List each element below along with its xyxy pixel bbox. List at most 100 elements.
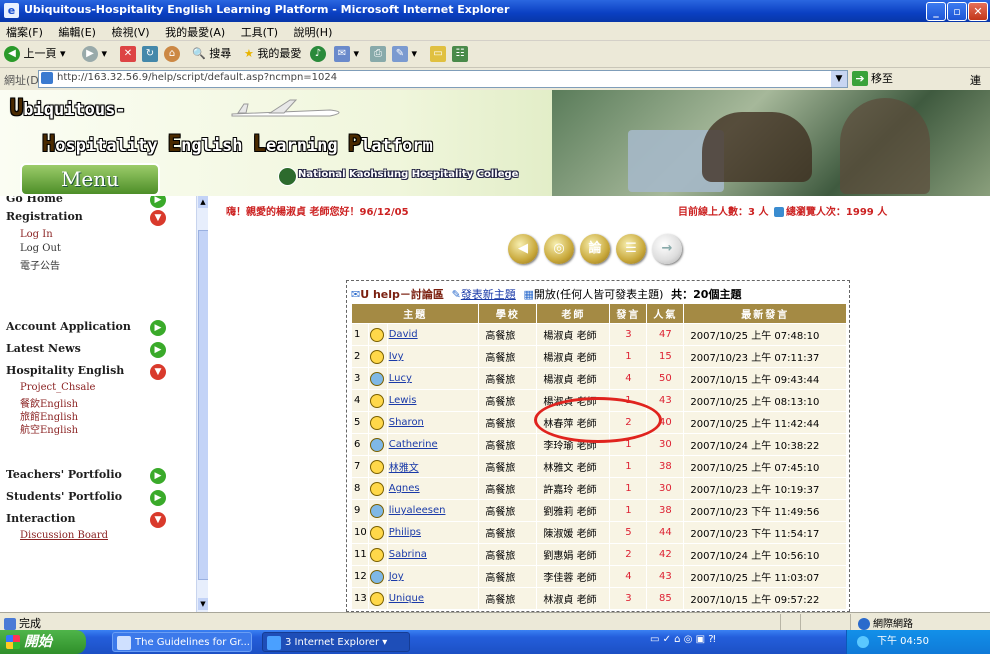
- close-button[interactable]: ✕: [968, 2, 988, 21]
- links-label[interactable]: 連: [970, 72, 981, 88]
- topic-link[interactable]: Unique: [389, 593, 424, 604]
- topic-link[interactable]: Joy: [389, 571, 404, 582]
- menu-tools[interactable]: 工具(T): [235, 22, 284, 40]
- sidebar-link-airline-english[interactable]: 航空English: [20, 421, 78, 436]
- col-views[interactable]: 人氣: [647, 304, 684, 323]
- registration-expand-icon[interactable]: ▼: [150, 210, 166, 226]
- smiley-icon: [369, 591, 384, 606]
- visit-count: 總瀏覽人次：1999 人: [785, 207, 888, 218]
- go-button[interactable]: ➔ 移至: [852, 70, 914, 87]
- topic-link[interactable]: Sabrina: [389, 549, 427, 560]
- students-arrow-icon[interactable]: ▶: [150, 490, 166, 506]
- topic-link[interactable]: Lucy: [389, 373, 412, 384]
- task-word-document[interactable]: The Guidelines for Gr...: [112, 632, 252, 652]
- main-scrollbar[interactable]: [980, 196, 990, 612]
- task-internet-explorer[interactable]: 3 Internet Explorer ▾: [262, 632, 410, 652]
- table-header-row: 主題 學校 老師 發言 人氣 最新發言: [352, 304, 846, 323]
- sidebar-link-login[interactable]: Log In: [20, 229, 53, 240]
- sidebar-link-discussion-board[interactable]: Discussion Board: [20, 530, 108, 541]
- list-round-button[interactable]: ☰: [616, 234, 646, 264]
- col-posts[interactable]: 發言: [610, 304, 647, 323]
- sidebar-item-registration[interactable]: Registration: [6, 210, 83, 223]
- stop-button[interactable]: ✕: [120, 44, 136, 64]
- topic-link[interactable]: liuyaleesen: [389, 505, 446, 516]
- forward-button[interactable]: ▶ ▾: [82, 44, 107, 64]
- sidebar-item-go-home[interactable]: Go Home: [6, 196, 63, 205]
- topic-link[interactable]: Philips: [389, 527, 421, 538]
- new-post-link[interactable]: 發表新主題: [461, 288, 516, 301]
- discussion-board: ✉U help－討論區 ✎發表新主題 ▦開放(任何人皆可發表主題) 共：20個主…: [346, 280, 850, 612]
- home-button[interactable]: ⌂: [164, 44, 180, 64]
- back-button[interactable]: ◀ 上一頁 ▾: [4, 44, 66, 64]
- search-button[interactable]: 🔍 搜尋: [192, 44, 231, 64]
- menu-help[interactable]: 說明(H): [288, 22, 339, 40]
- topic-link[interactable]: Catherine: [389, 439, 438, 450]
- mail-button[interactable]: ✉ ▾: [334, 44, 359, 64]
- sidebar-link-project[interactable]: Project_Chsale: [20, 382, 95, 393]
- stop-icon: ✕: [120, 46, 136, 62]
- menu-view[interactable]: 檢視(V): [105, 22, 155, 40]
- next-round-button[interactable]: →: [652, 234, 682, 264]
- refresh-button[interactable]: ↻: [142, 44, 158, 64]
- sidebar-link-epaper[interactable]: 電子公告: [20, 257, 60, 272]
- sidebar-link-logout[interactable]: Log Out: [20, 243, 61, 254]
- clock[interactable]: 下午 04:50: [877, 630, 929, 654]
- window-title-bar[interactable]: e Ubiquitous-Hospitality English Learnin…: [0, 0, 990, 22]
- banner-title-line2: Hospitality English Learning Platform: [42, 132, 433, 157]
- address-dropdown-icon[interactable]: ▼: [831, 71, 847, 87]
- row-teacher: 林淑貞 老師: [537, 588, 610, 609]
- sidebar-item-students-portfolio[interactable]: Students' Portfolio: [6, 490, 122, 503]
- messenger-button[interactable]: ▭: [430, 44, 446, 64]
- go-home-arrow-icon[interactable]: ▶: [150, 196, 166, 208]
- row-latest: 2007/10/23 下午 11:49:56: [684, 500, 846, 521]
- status-divider: [800, 614, 801, 630]
- tray-network-icon[interactable]: [857, 636, 869, 648]
- sidebar-item-latest-news[interactable]: Latest News: [6, 342, 81, 355]
- maximize-button[interactable]: ▫: [947, 2, 967, 21]
- hospitality-expand-icon[interactable]: ▼: [150, 364, 166, 380]
- topic-link[interactable]: Ivy: [389, 351, 404, 362]
- menu-file[interactable]: 檔案(F): [0, 22, 49, 40]
- col-teacher[interactable]: 老師: [537, 304, 610, 323]
- col-school[interactable]: 學校: [479, 304, 537, 323]
- online-count: 目前線上人數：3 人: [678, 207, 769, 218]
- account-arrow-icon[interactable]: ▶: [150, 320, 166, 336]
- discuss-round-button[interactable]: 論: [580, 234, 610, 264]
- address-input[interactable]: http://163.32.56.9/help/script/default.a…: [38, 70, 848, 88]
- topic-link[interactable]: David: [389, 329, 418, 340]
- teachers-arrow-icon[interactable]: ▶: [150, 468, 166, 484]
- scroll-down-icon[interactable]: ▼: [198, 598, 208, 610]
- table-row: 9 liuyaleesen 高餐旅 劉雅莉 老師 1 38 2007/10/23 下午 11…: [352, 500, 846, 521]
- news-arrow-icon[interactable]: ▶: [150, 342, 166, 358]
- topic-link[interactable]: Agnes: [389, 483, 420, 494]
- media-icon: ♪: [310, 46, 326, 62]
- sidebar-item-hospitality-english[interactable]: Hospitality English: [6, 364, 124, 377]
- start-button[interactable]: 開始: [0, 630, 86, 654]
- row-latest: 2007/10/24 上午 10:56:10: [684, 544, 846, 565]
- tray-icons[interactable]: ▭ ✓ ⌂ ◎ ▣ ⁈: [650, 634, 716, 645]
- topic-link[interactable]: Lewis: [389, 395, 417, 406]
- red-highlight-circle: [534, 397, 662, 443]
- media-button[interactable]: ♪: [310, 44, 326, 64]
- edit-button[interactable]: ✎ ▾: [392, 44, 417, 64]
- col-subject[interactable]: 主題: [352, 304, 479, 323]
- topic-link[interactable]: Sharon: [389, 417, 424, 428]
- row-views: 50: [647, 368, 684, 389]
- smiley-icon: [369, 393, 384, 408]
- minimize-button[interactable]: _: [926, 2, 946, 21]
- sidebar-item-teachers-portfolio[interactable]: Teachers' Portfolio: [6, 468, 122, 481]
- scroll-up-icon[interactable]: ▲: [198, 196, 208, 208]
- print-button[interactable]: ⎙: [370, 44, 386, 64]
- sidebar-item-account-application[interactable]: Account Application: [6, 320, 131, 333]
- favorites-button[interactable]: ★ 我的最愛: [244, 44, 301, 64]
- menu-favorites[interactable]: 我的最愛(A): [159, 22, 231, 40]
- menu-edit[interactable]: 編輯(E): [52, 22, 102, 40]
- home-icon: ⌂: [164, 46, 180, 62]
- target-round-button[interactable]: ◎: [544, 234, 574, 264]
- back-round-button[interactable]: ◀: [508, 234, 538, 264]
- research-button[interactable]: ☷: [452, 44, 468, 64]
- interaction-expand-icon[interactable]: ▼: [150, 512, 166, 528]
- sidebar-item-interaction[interactable]: Interaction: [6, 512, 75, 525]
- topic-link[interactable]: 林雅文: [389, 463, 419, 474]
- col-latest[interactable]: 最新發言: [684, 304, 846, 323]
